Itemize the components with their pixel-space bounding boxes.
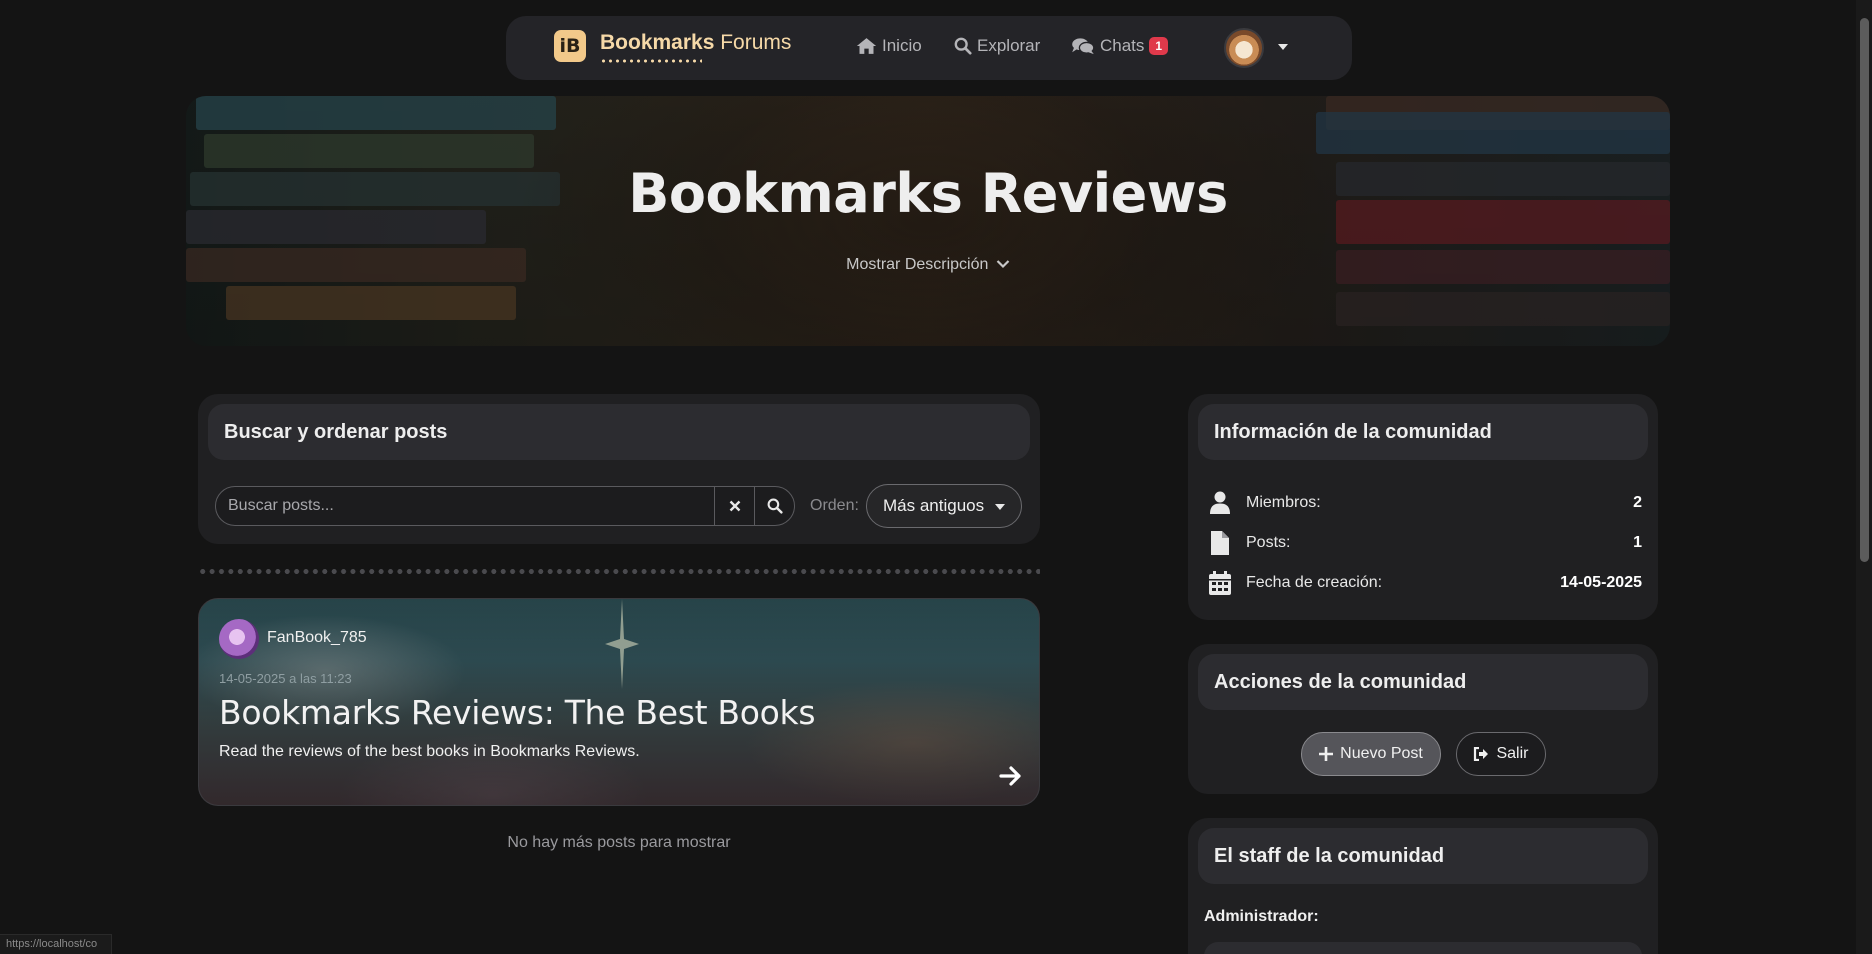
search-box (215, 486, 795, 526)
order-label: Orden: (810, 497, 859, 514)
post-card[interactable]: FanBook_785 14-05-2025 a las 11:23 Bookm… (198, 598, 1040, 806)
author-avatar[interactable] (219, 619, 259, 659)
page-scrollbar[interactable] (1856, 0, 1872, 954)
order-select-value: Más antiguos (883, 496, 985, 515)
info-value-members: 2 (1633, 494, 1642, 511)
post-title[interactable]: Bookmarks Reviews: The Best Books (219, 693, 816, 732)
plus-icon (1319, 747, 1334, 761)
nav-inicio[interactable]: Inicio (856, 36, 922, 56)
post-description: Read the reviews of the best books in Bo… (219, 743, 640, 760)
brand-name: Bookmarks Forums (600, 31, 792, 63)
search-icon (954, 37, 972, 55)
nav-inicio-label: Inicio (882, 36, 922, 55)
info-row-posts: Posts: 1 (1204, 528, 1642, 558)
brand-link[interactable]: iB Bookmarks Forums (554, 30, 792, 63)
order-select[interactable]: Más antiguos (866, 484, 1022, 528)
search-icon (767, 498, 783, 514)
clear-search-button[interactable] (714, 487, 754, 525)
new-post-button[interactable]: Nuevo Post (1301, 732, 1441, 776)
info-label-members: Miembros: (1246, 494, 1321, 511)
leave-community-button[interactable]: Salir (1456, 732, 1546, 776)
search-input[interactable] (216, 487, 714, 525)
info-row-members: Miembros: 2 (1204, 488, 1642, 518)
close-icon (729, 500, 740, 512)
community-title: Bookmarks Reviews (628, 162, 1228, 225)
community-actions-heading: Acciones de la comunidad (1198, 654, 1648, 710)
community-banner: Bookmarks Reviews Mostrar Descripción (186, 96, 1670, 346)
chevron-down-icon (996, 260, 1010, 269)
user-icon (1204, 491, 1236, 515)
scrollbar-thumb[interactable] (1860, 18, 1869, 562)
info-row-created: Fecha de creación: 14-05-2025 (1204, 568, 1642, 598)
brand-logo-icon: iB (554, 30, 586, 62)
info-label-posts: Posts: (1246, 534, 1291, 551)
dotted-divider (198, 569, 1040, 574)
community-staff-heading: El staff de la comunidad (1198, 828, 1648, 884)
brand-name-bold: Bookmarks (600, 31, 715, 54)
info-value-posts: 1 (1633, 534, 1642, 551)
nav-explorar[interactable]: Explorar (954, 36, 1040, 56)
community-info-heading: Información de la comunidad (1198, 404, 1648, 460)
sparkle-decoration (605, 599, 639, 689)
no-more-posts-text: No hay más posts para mostrar (507, 834, 731, 851)
new-post-label: Nuevo Post (1340, 745, 1423, 762)
info-value-created: 14-05-2025 (1560, 574, 1642, 591)
community-staff-card: El staff de la comunidad Administrador: (1188, 818, 1658, 954)
file-icon (1204, 531, 1236, 555)
chat-icon (1072, 38, 1095, 55)
search-sort-heading: Buscar y ordenar posts (208, 404, 1030, 460)
show-description-toggle[interactable]: Mostrar Descripción (186, 256, 1670, 274)
nav-explorar-label: Explorar (977, 36, 1041, 55)
community-actions-card: Acciones de la comunidad Nuevo Post Sali… (1188, 644, 1658, 794)
search-button[interactable] (754, 487, 794, 525)
show-description-label: Mostrar Descripción (846, 256, 989, 273)
user-avatar[interactable] (1224, 28, 1264, 68)
post-author[interactable]: FanBook_785 (267, 629, 367, 647)
top-navbar: iB Bookmarks Forums Inicio Explorar Chat… (506, 16, 1352, 80)
brand-underline (600, 59, 702, 63)
sign-out-icon (1474, 747, 1489, 761)
caret-down-icon[interactable] (1278, 44, 1288, 50)
post-date: 14-05-2025 a las 11:23 (219, 671, 352, 686)
community-info-card: Información de la comunidad Miembros: 2 … (1188, 394, 1658, 620)
admin-label: Administrador: (1204, 908, 1319, 925)
home-icon (856, 38, 877, 54)
status-bar-url: https://localhost/co (0, 934, 112, 954)
calendar-icon (1204, 571, 1236, 595)
arrow-right-icon[interactable] (999, 765, 1023, 787)
chats-unread-badge: 1 (1149, 37, 1169, 55)
search-sort-card: Buscar y ordenar posts Orden: Más antigu… (198, 394, 1040, 544)
brand-name-light: Forums (714, 31, 792, 54)
nav-chats-label: Chats (1100, 36, 1145, 55)
info-label-created: Fecha de creación: (1246, 574, 1383, 591)
staff-member-item[interactable] (1204, 942, 1642, 954)
caret-down-icon (995, 504, 1005, 510)
leave-label: Salir (1496, 745, 1529, 762)
nav-chats[interactable]: Chats 1 (1071, 36, 1169, 56)
